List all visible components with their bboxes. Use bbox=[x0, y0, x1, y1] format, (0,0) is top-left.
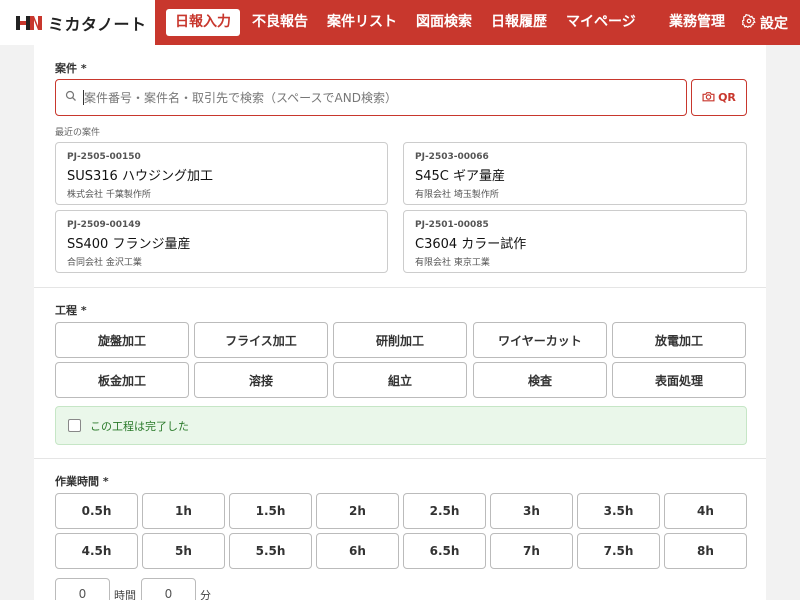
nav-defect-report[interactable]: 不良報告 bbox=[243, 9, 317, 36]
nav-drawing-search[interactable]: 図面検索 bbox=[407, 9, 481, 36]
process-option-button[interactable]: 組立 bbox=[333, 362, 467, 398]
recent-project-card[interactable]: PJ-2501-00085 C3604 カラー試作 有限会社 東京工業 bbox=[403, 210, 747, 273]
project-name: C3604 カラー試作 bbox=[415, 237, 527, 252]
search-placeholder: 案件番号・案件名・取引先で検索（スペースでAND検索） bbox=[84, 91, 397, 105]
nav-business-admin[interactable]: 業務管理 bbox=[661, 9, 733, 36]
work-time-option-button[interactable]: 0.5h bbox=[55, 493, 138, 529]
project-search-input[interactable]: 案件番号・案件名・取引先で検索（スペースでAND検索） bbox=[55, 79, 687, 116]
work-time-option-button[interactable]: 7.5h bbox=[577, 533, 660, 569]
project-id: PJ-2505-00150 bbox=[67, 152, 141, 162]
process-option-button[interactable]: 表面処理 bbox=[612, 362, 746, 398]
process-label: 工程 * bbox=[55, 304, 87, 317]
camera-icon bbox=[702, 91, 718, 105]
project-id: PJ-2503-00066 bbox=[415, 152, 489, 162]
process-complete-checkbox[interactable] bbox=[68, 419, 81, 432]
project-id: PJ-2509-00149 bbox=[67, 220, 141, 230]
process-option-button[interactable]: 研削加工 bbox=[333, 322, 467, 358]
qr-label: QR bbox=[718, 91, 736, 104]
process-option-button[interactable]: 旋盤加工 bbox=[55, 322, 189, 358]
section-divider bbox=[34, 458, 766, 459]
hours-input[interactable]: 0 bbox=[55, 578, 110, 600]
report-form: 案件 * 案件番号・案件名・取引先で検索（スペースでAND検索） QR 最近の案… bbox=[34, 45, 766, 600]
process-option-button[interactable]: 溶接 bbox=[194, 362, 328, 398]
work-time-option-button[interactable]: 4.5h bbox=[55, 533, 138, 569]
recent-project-card[interactable]: PJ-2505-00150 SUS316 ハウジング加工 株式会社 千葉製作所 bbox=[55, 142, 388, 205]
process-complete-label: この工程は完了した bbox=[90, 419, 189, 433]
qr-scan-button[interactable]: QR bbox=[691, 79, 747, 116]
process-option-button[interactable]: 板金加工 bbox=[55, 362, 189, 398]
nav-daily-report-input[interactable]: 日報入力 bbox=[166, 9, 240, 36]
process-option-button[interactable]: ワイヤーカット bbox=[473, 322, 607, 358]
gear-icon bbox=[741, 13, 760, 32]
work-time-option-button[interactable]: 5.5h bbox=[229, 533, 312, 569]
work-time-option-button[interactable]: 4h bbox=[664, 493, 747, 529]
recent-projects-label: 最近の案件 bbox=[55, 128, 101, 138]
project-name: S45C ギア量産 bbox=[415, 169, 506, 184]
logo[interactable]: ミカタノート bbox=[0, 0, 155, 45]
process-option-button[interactable]: フライス加工 bbox=[194, 322, 328, 358]
work-time-option-button[interactable]: 3.5h bbox=[577, 493, 660, 529]
work-time-option-button[interactable]: 2h bbox=[316, 493, 399, 529]
project-id: PJ-2501-00085 bbox=[415, 220, 489, 230]
settings-label: 設定 bbox=[760, 15, 788, 32]
process-option-button[interactable]: 検査 bbox=[473, 362, 607, 398]
work-time-option-button[interactable]: 2.5h bbox=[403, 493, 486, 529]
work-time-label: 作業時間 * bbox=[55, 475, 109, 488]
search-icon bbox=[65, 90, 77, 106]
section-divider bbox=[34, 287, 766, 288]
process-option-button[interactable]: 放電加工 bbox=[612, 322, 746, 358]
logo-text: ミカタノート bbox=[48, 14, 147, 34]
nav-report-history[interactable]: 日報履歴 bbox=[482, 9, 556, 36]
project-company: 株式会社 千葉製作所 bbox=[67, 190, 151, 200]
project-company: 合同会社 金沢工業 bbox=[67, 258, 142, 268]
top-header: ミカタノート 日報入力 不良報告 案件リスト 図面検索 日報履歴 マイページ 業… bbox=[0, 0, 800, 45]
minutes-unit: 分 bbox=[200, 589, 211, 600]
logo-mark-icon bbox=[16, 15, 42, 31]
project-label: 案件 * bbox=[55, 62, 87, 75]
nav-right: 業務管理 設定 bbox=[661, 0, 788, 45]
process-complete-checkbox-row[interactable]: この工程は完了した bbox=[55, 406, 747, 445]
nav-my-page[interactable]: マイページ bbox=[557, 9, 645, 36]
project-company: 有限会社 埼玉製作所 bbox=[415, 190, 499, 200]
work-time-option-button[interactable]: 8h bbox=[664, 533, 747, 569]
work-time-option-button[interactable]: 7h bbox=[490, 533, 573, 569]
hours-unit: 時間 bbox=[114, 589, 136, 600]
recent-project-card[interactable]: PJ-2509-00149 SS400 フランジ量産 合同会社 金沢工業 bbox=[55, 210, 388, 273]
project-name: SS400 フランジ量産 bbox=[67, 237, 191, 252]
work-time-option-button[interactable]: 6.5h bbox=[403, 533, 486, 569]
project-name: SUS316 ハウジング加工 bbox=[67, 169, 213, 184]
main-nav: 日報入力 不良報告 案件リスト 図面検索 日報履歴 マイページ bbox=[155, 0, 646, 45]
project-company: 有限会社 東京工業 bbox=[415, 258, 490, 268]
work-time-option-button[interactable]: 1.5h bbox=[229, 493, 312, 529]
work-time-option-button[interactable]: 3h bbox=[490, 493, 573, 529]
work-time-option-button[interactable]: 6h bbox=[316, 533, 399, 569]
nav-project-list[interactable]: 案件リスト bbox=[318, 9, 406, 36]
settings-button[interactable]: 設定 bbox=[734, 13, 788, 33]
recent-project-card[interactable]: PJ-2503-00066 S45C ギア量産 有限会社 埼玉製作所 bbox=[403, 142, 747, 205]
minutes-input[interactable]: 0 bbox=[141, 578, 196, 600]
work-time-option-button[interactable]: 1h bbox=[142, 493, 225, 529]
work-time-option-button[interactable]: 5h bbox=[142, 533, 225, 569]
